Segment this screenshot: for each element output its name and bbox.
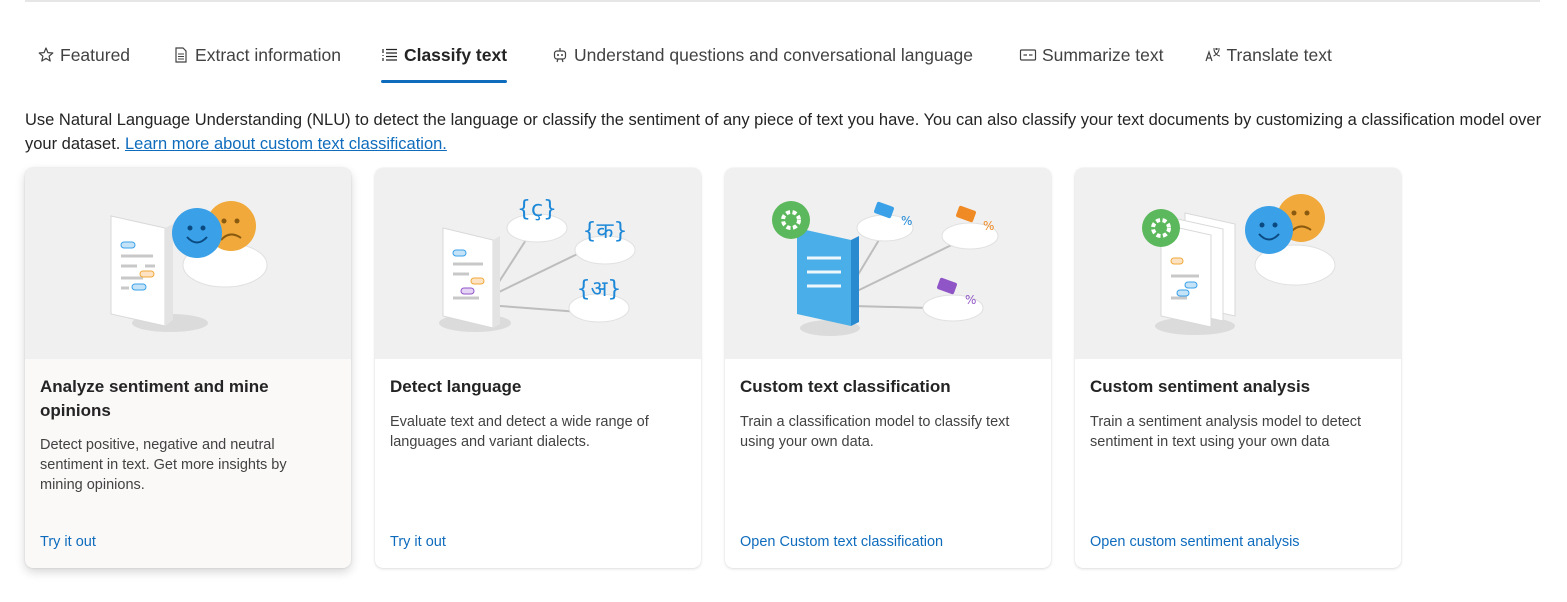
language-illustration: {ç} {क} {अ} xyxy=(375,168,701,359)
tab-label: Translate text xyxy=(1226,44,1332,65)
summary-icon xyxy=(1019,46,1037,64)
tab-featured[interactable]: Featured xyxy=(37,40,130,70)
top-divider xyxy=(25,0,1540,2)
sentiment-illustration xyxy=(25,168,351,359)
language-glyph-3: {अ} xyxy=(577,277,622,302)
card-custom-sentiment-analysis[interactable]: Custom sentiment analysis Train a sentim… xyxy=(1075,168,1401,568)
bot-icon xyxy=(551,46,569,64)
open-custom-sentiment-analysis-link[interactable]: Open custom sentiment analysis xyxy=(1090,534,1300,550)
learn-more-link[interactable]: Learn more about custom text classificat… xyxy=(125,135,447,153)
tab-label: Classify text xyxy=(403,44,508,65)
language-glyph-1: {ç} xyxy=(517,197,557,222)
card-custom-text-classification[interactable]: % % % Custom text classification Train a… xyxy=(725,168,1051,568)
tab-label: Summarize text xyxy=(1041,44,1164,65)
tab-label: Understand questions and conversational … xyxy=(574,44,973,65)
card-title: Analyze sentiment and mine opinions xyxy=(40,377,269,420)
try-it-out-link[interactable]: Try it out xyxy=(40,534,96,550)
tab-translate-text[interactable]: Translate text xyxy=(1204,40,1332,70)
try-it-out-link[interactable]: Try it out xyxy=(390,534,446,550)
translate-icon xyxy=(1204,46,1222,64)
card-description: Detect positive, negative and neutral se… xyxy=(40,437,287,493)
percent-glyph-1: % xyxy=(901,214,912,228)
card-title: Custom text classification xyxy=(740,377,951,396)
intro-paragraph: Use Natural Language Understanding (NLU)… xyxy=(25,108,1545,156)
tab-classify-text[interactable]: Classify text xyxy=(380,40,508,83)
percent-glyph-2: % xyxy=(983,219,994,233)
text-list-icon xyxy=(381,46,399,64)
card-description: Evaluate text and detect a wide range of… xyxy=(390,414,649,450)
classification-illustration: % % % xyxy=(725,168,1051,359)
card-title: Custom sentiment analysis xyxy=(1090,377,1311,396)
custom-sentiment-illustration xyxy=(1075,168,1401,359)
card-description: Train a sentiment analysis model to dete… xyxy=(1090,414,1362,450)
open-custom-text-classification-link[interactable]: Open Custom text classification xyxy=(740,534,943,550)
star-icon xyxy=(37,46,55,64)
tab-label: Featured xyxy=(60,44,131,65)
scenario-tabs: Featured Extract information Classify te… xyxy=(37,40,1332,84)
card-analyze-sentiment[interactable]: Analyze sentiment and mine opinions Dete… xyxy=(25,168,351,568)
card-title: Detect language xyxy=(390,377,522,396)
language-glyph-2: {क} xyxy=(583,219,628,244)
tab-understand-questions[interactable]: Understand questions and conversational … xyxy=(551,40,973,70)
percent-glyph-3: % xyxy=(965,293,976,307)
card-description: Train a classification model to classify… xyxy=(740,414,1010,450)
document-icon xyxy=(172,46,190,64)
card-detect-language[interactable]: {ç} {क} {अ} Detect language Evaluate tex… xyxy=(375,168,701,568)
tab-extract-information[interactable]: Extract information xyxy=(172,40,341,70)
tab-label: Extract information xyxy=(195,44,341,65)
tab-summarize-text[interactable]: Summarize text xyxy=(1019,40,1164,70)
